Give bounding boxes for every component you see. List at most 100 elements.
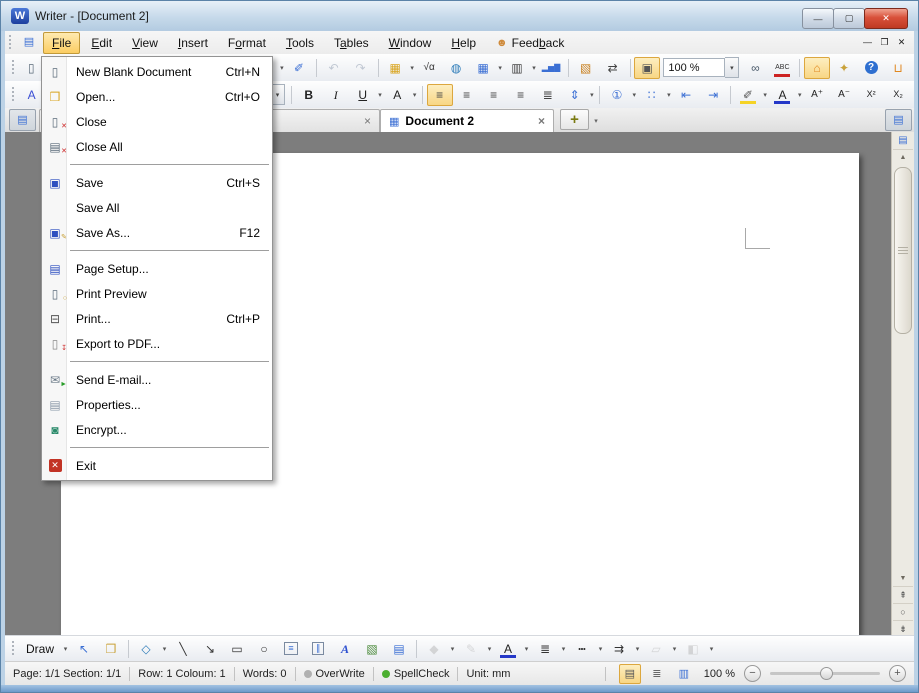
text-direction-button[interactable]: ⇄ — [600, 57, 626, 79]
menu-item-new[interactable]: ▯New Blank DocumentCtrl+N — [42, 59, 272, 84]
line-spacing-button[interactable]: ⇕ — [562, 84, 588, 106]
status-overwrite[interactable]: OverWrite — [304, 668, 365, 680]
find-button[interactable]: ∞ — [742, 57, 768, 79]
bold-button[interactable]: B — [296, 84, 322, 106]
align-right-button[interactable]: ≡ — [481, 84, 507, 106]
status-unit[interactable]: Unit: mm — [466, 668, 510, 680]
menu-feedback[interactable]: ☻Feedback — [487, 32, 573, 54]
numbering-button-dropdown-icon[interactable]: ▾ — [631, 85, 638, 105]
font-color-button[interactable]: A — [769, 84, 795, 106]
menu-item-close-all[interactable]: ▤✕Close All — [42, 134, 272, 159]
ruler-toggle-icon[interactable]: ▤ — [893, 132, 913, 150]
outline-view-button[interactable]: ≣ — [646, 664, 668, 684]
menu-item-save[interactable]: ▣SaveCtrl+S — [42, 170, 272, 195]
threed-button-dropdown-icon[interactable]: ▾ — [707, 639, 716, 659]
menu-item-close[interactable]: ▯✕Close — [42, 109, 272, 134]
rectangle-button[interactable]: ▭ — [224, 638, 250, 660]
vertical-text-box-button[interactable]: ∥ — [305, 638, 331, 660]
new-tab-button[interactable]: + — [560, 109, 589, 130]
zoom-slider-track[interactable] — [770, 672, 880, 675]
mdi-restore-button[interactable]: ❐ — [876, 37, 893, 48]
zoom-combo-dropdown-icon[interactable]: ▾ — [725, 57, 739, 78]
decrease-indent-button[interactable]: ⇤ — [673, 84, 699, 106]
dash-style-button[interactable]: ┅ — [569, 638, 595, 660]
spellcheck-button[interactable]: ABC — [769, 57, 795, 79]
insert-table-button-dropdown-icon[interactable]: ▾ — [409, 58, 415, 78]
shadow-button-dropdown-icon[interactable]: ▾ — [670, 639, 679, 659]
standard-toolbar-grip[interactable] — [11, 59, 14, 76]
draw-font-color-button-dropdown-icon[interactable]: ▾ — [522, 639, 531, 659]
numbering-button[interactable]: ① — [604, 84, 630, 106]
menu-window[interactable]: Window — [380, 32, 441, 54]
formula-button[interactable]: √α — [416, 57, 442, 79]
menu-insert[interactable]: Insert — [169, 32, 217, 54]
wordart-button[interactable]: A — [332, 638, 358, 660]
status-page-section[interactable]: Page: 1/1 Section: 1/1 — [13, 668, 121, 680]
arrow-style-button-dropdown-icon[interactable]: ▾ — [633, 639, 642, 659]
menubar-grip[interactable] — [8, 34, 13, 51]
draw-menu-button[interactable]: Draw — [20, 638, 60, 660]
new-tab-dropdown-icon[interactable]: ▾ — [590, 111, 602, 130]
cart-button[interactable]: ⊔ — [885, 57, 911, 79]
autoshapes-button[interactable]: ◇ — [133, 638, 159, 660]
multi-select-button[interactable]: ❒ — [98, 638, 124, 660]
font-effects-button-dropdown-icon[interactable]: ▾ — [411, 85, 418, 105]
insert-table-button[interactable]: ▦ — [382, 57, 408, 79]
mdi-close-button[interactable]: ✕ — [893, 37, 910, 48]
line-style-button-dropdown-icon[interactable]: ▾ — [559, 639, 568, 659]
menu-item-send-email[interactable]: ✉►Send E-mail... — [42, 367, 272, 392]
scroll-down-button[interactable]: ▼ — [893, 571, 913, 586]
line-button[interactable]: ╲ — [170, 638, 196, 660]
arrow-style-button[interactable]: ⇉ — [606, 638, 632, 660]
text-box-button[interactable]: ≡ — [278, 638, 304, 660]
fill-color-button-dropdown-icon[interactable]: ▾ — [448, 639, 457, 659]
scroll-up-button[interactable]: ▲ — [893, 150, 913, 165]
previous-page-button[interactable]: ⇞ — [893, 586, 913, 603]
menu-item-export-pdf[interactable]: ▯↧Export to PDF... — [42, 331, 272, 356]
close-button[interactable]: ✕ — [864, 8, 908, 29]
web-preview-button[interactable]: ◍ — [443, 57, 469, 79]
status-spellcheck[interactable]: SpellCheck — [382, 668, 450, 680]
arrow-button[interactable]: ↘ — [197, 638, 223, 660]
underline-button[interactable]: U — [350, 84, 376, 106]
menu-item-page-setup[interactable]: ▤Page Setup... — [42, 256, 272, 281]
insert-frame-button[interactable]: ▤ — [386, 638, 412, 660]
menu-item-open[interactable]: ❒Open...Ctrl+O — [42, 84, 272, 109]
help-button[interactable]: ? — [858, 57, 884, 79]
format-painter-button[interactable]: ✐ — [286, 57, 312, 79]
zoom-in-button[interactable]: + — [889, 665, 906, 682]
shrink-font-button[interactable]: A⁻ — [831, 84, 857, 106]
mdi-minimize-button[interactable]: — — [859, 37, 876, 48]
columns-button-dropdown-icon[interactable]: ▾ — [531, 58, 537, 78]
tab-document-2[interactable]: ▦ Document 2 × — [380, 109, 554, 132]
table-grid-button-dropdown-icon[interactable]: ▾ — [497, 58, 503, 78]
skin-button[interactable]: ✦ — [831, 57, 857, 79]
redo-button[interactable]: ↷ — [348, 57, 374, 79]
scrollbar-track[interactable] — [893, 334, 913, 571]
increase-indent-button[interactable]: ⇥ — [700, 84, 726, 106]
print-layout-button[interactable]: ▣ — [634, 57, 660, 79]
zoom-combo[interactable]: 100 %▾ — [663, 57, 739, 78]
close-tab-icon[interactable]: × — [364, 114, 371, 128]
picture-button[interactable]: ▧ — [359, 638, 385, 660]
menu-item-print-preview[interactable]: ▯○Print Preview — [42, 281, 272, 306]
font-effects-button[interactable]: A — [384, 84, 410, 106]
menu-item-exit[interactable]: ✕Exit — [42, 453, 272, 478]
superscript-button[interactable]: X² — [858, 84, 884, 106]
status-words[interactable]: Words: 0 — [243, 668, 287, 680]
subscript-button[interactable]: X₂ — [885, 84, 911, 106]
insert-picture-button[interactable]: ▧ — [573, 57, 599, 79]
italic-button[interactable]: I — [323, 84, 349, 106]
home-button[interactable]: ⌂ — [804, 57, 830, 79]
threed-button[interactable]: ◧ — [680, 638, 706, 660]
columns-button[interactable]: ▥ — [504, 57, 530, 79]
draw-font-color-button[interactable]: A — [495, 638, 521, 660]
grow-font-button[interactable]: A⁺ — [804, 84, 830, 106]
paste-button-dropdown-icon[interactable]: ▾ — [279, 58, 285, 78]
align-left-button[interactable]: ≡ — [427, 84, 453, 106]
menu-help[interactable]: Help — [442, 32, 485, 54]
menu-tables[interactable]: Tables — [325, 32, 378, 54]
menu-item-save-as[interactable]: ▣✎Save As...F12 — [42, 220, 272, 245]
menu-tools[interactable]: Tools — [277, 32, 323, 54]
oval-button[interactable]: ○ — [251, 638, 277, 660]
